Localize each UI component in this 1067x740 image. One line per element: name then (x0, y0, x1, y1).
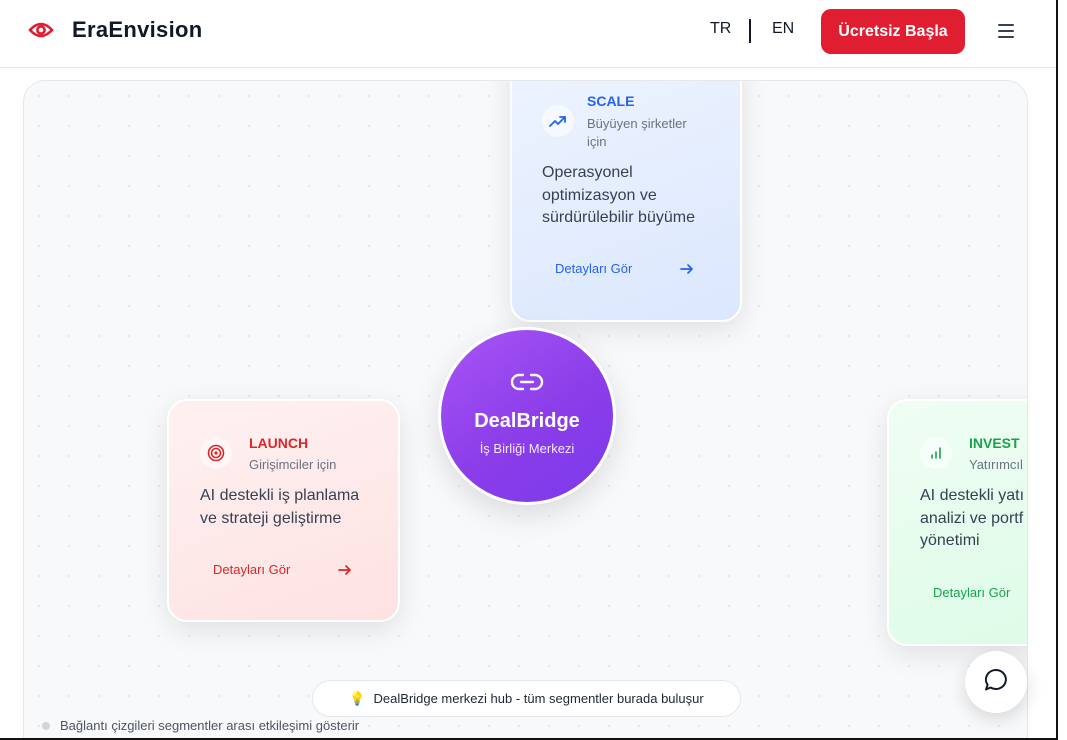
target-icon (200, 437, 232, 469)
hamburger-menu-icon[interactable] (996, 22, 1016, 40)
dealbridge-hub[interactable]: DealBridge İş Birliği Merkezi (441, 330, 613, 502)
invest-subtitle: Yatırımcıl (969, 457, 1023, 472)
brand-name: EraEnvision (72, 17, 203, 42)
brand-logo[interactable]: EraEnvision (28, 17, 202, 43)
scale-details-link[interactable]: Detayları Gör (555, 261, 632, 276)
invest-desc-1: AI destekli yatı (920, 487, 1025, 504)
scale-card[interactable]: SCALE Büyüyen şirketler için Operasyonel… (510, 81, 742, 322)
lang-tr-link[interactable]: TR (710, 20, 731, 38)
arrow-right-icon[interactable] (679, 261, 695, 277)
eye-icon (28, 17, 54, 43)
chat-bubble-icon (983, 667, 1009, 698)
invest-title: INVEST (969, 435, 1020, 451)
scale-desc-1: Operasyonel (542, 164, 633, 181)
scale-title: SCALE (587, 93, 635, 109)
legend-text: Bağlantı çizgileri segmentler arası etki… (60, 718, 360, 733)
chat-button[interactable] (965, 651, 1027, 713)
launch-desc-2: ve strateji geliştirme (200, 510, 342, 527)
lang-divider (749, 19, 751, 43)
lightbulb-icon: 💡 (349, 690, 366, 706)
scale-desc-3: sürdürülebilir büyüme (542, 209, 695, 226)
link-icon (510, 370, 544, 394)
invest-desc-3: yönetimi (920, 532, 980, 549)
launch-details-link[interactable]: Detayları Gör (213, 562, 290, 577)
scale-desc-2: optimizasyon ve (542, 187, 657, 204)
arrow-right-icon[interactable] (337, 562, 353, 578)
launch-title: LAUNCH (249, 435, 309, 451)
invest-details-link[interactable]: Detayları Gör (933, 585, 1010, 600)
bar-chart-icon (920, 437, 952, 469)
lang-en-link[interactable]: EN (772, 20, 794, 38)
connection-legend: Bağlantı çizgileri segmentler arası etki… (42, 718, 359, 733)
hub-tip-text: DealBridge merkezi hub - tüm segmentler … (373, 691, 704, 706)
scale-subtitle-2: için (587, 134, 607, 149)
launch-card[interactable]: LAUNCH Girişimciler için AI destekli iş … (167, 399, 400, 622)
site-header: EraEnvision TR EN Ücretsiz Başla (0, 0, 1056, 68)
hub-tip-pill: 💡 DealBridge merkezi hub - tüm segmentle… (312, 680, 741, 717)
trending-up-icon (542, 105, 574, 137)
segment-hub-canvas: SCALE Büyüyen şirketler için Operasyonel… (23, 80, 1028, 740)
scale-subtitle-1: Büyüyen şirketler (587, 116, 687, 131)
hub-title: DealBridge (474, 410, 580, 432)
launch-subtitle: Girişimciler için (249, 457, 337, 472)
start-free-button[interactable]: Ücretsiz Başla (821, 9, 965, 54)
hub-subtitle: İş Birliği Merkezi (479, 441, 575, 456)
invest-card[interactable]: INVEST Yatırımcıl AI destekli yatı anali… (887, 399, 1027, 646)
legend-dot (42, 721, 50, 730)
invest-desc-2: analizi ve portf (920, 510, 1024, 527)
window-edge (1056, 0, 1067, 740)
launch-desc-1: AI destekli iş planlama (200, 487, 360, 504)
